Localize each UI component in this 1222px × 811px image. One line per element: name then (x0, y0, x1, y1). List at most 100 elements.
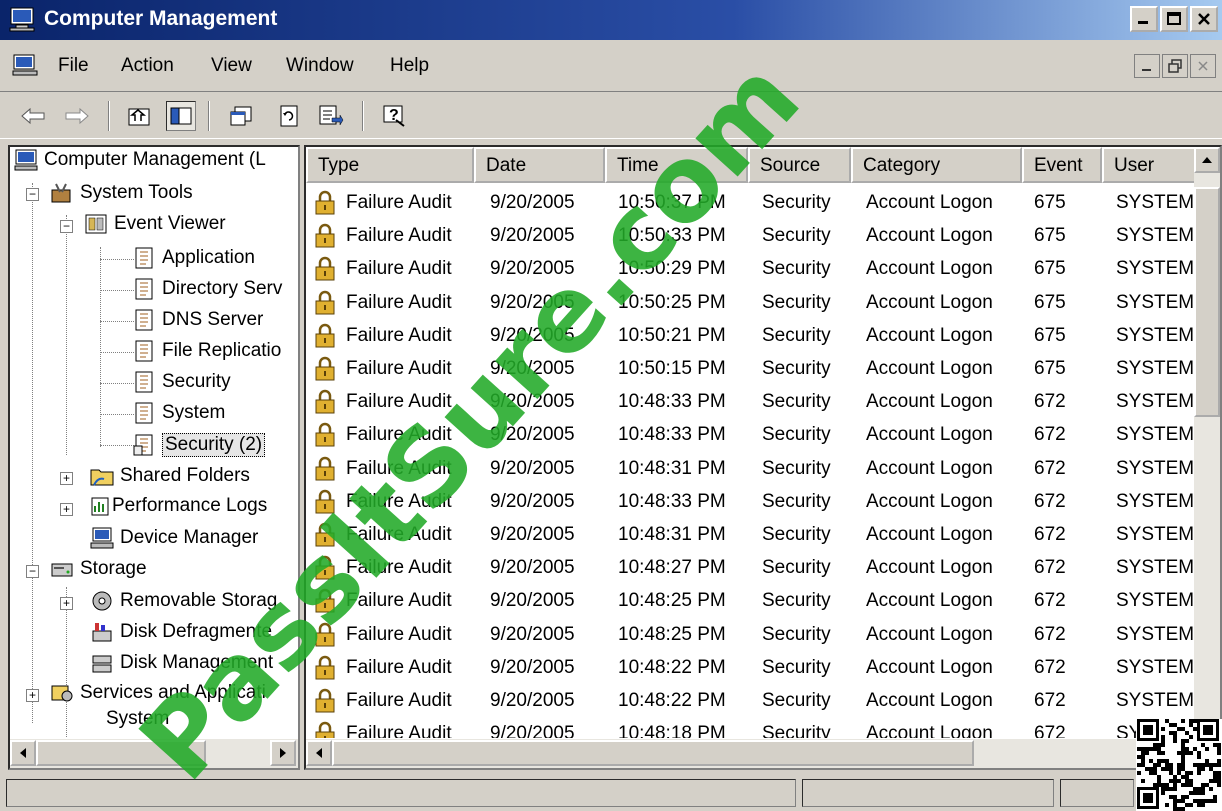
cell-user: SYSTEM (1116, 623, 1195, 645)
tree-log-security-2[interactable]: Security (2) (132, 433, 266, 457)
close-icon (1198, 13, 1210, 25)
tree-log-system[interactable]: System (132, 402, 225, 424)
menu-file[interactable]: File (58, 55, 89, 77)
table-row[interactable]: Failure Audit 9/20/2005 10:48:25 PM Securit… (306, 585, 1198, 618)
failure-audit-lock-icon (315, 390, 335, 414)
scroll-thumb[interactable] (332, 740, 974, 766)
close-button[interactable] (1190, 6, 1218, 32)
up-one-level-button[interactable] (124, 101, 154, 131)
column-header-event[interactable]: Event (1022, 147, 1102, 183)
scroll-thumb[interactable] (1194, 187, 1220, 417)
scroll-left-button[interactable] (306, 740, 332, 766)
menu-action[interactable]: Action (121, 55, 174, 77)
cell-time: 10:50:29 PM (618, 258, 726, 280)
tree-log-file-replication[interactable]: File Replicatio (132, 340, 281, 362)
scroll-thumb[interactable] (36, 740, 206, 766)
table-row[interactable]: Failure Audit 9/20/2005 10:50:21 PM Securit… (306, 320, 1198, 353)
expand-shared-folders[interactable]: + (60, 472, 73, 485)
scroll-left-button[interactable] (10, 740, 36, 766)
tree-log-security[interactable]: Security (132, 371, 231, 393)
collapse-event-viewer[interactable]: − (60, 220, 73, 233)
cell-event: 672 (1034, 690, 1066, 711)
tree-label: Storage (80, 558, 147, 579)
child-minimize-button[interactable] (1134, 54, 1160, 78)
collapse-system-tools[interactable]: − (26, 188, 39, 201)
table-row[interactable]: Failure Audit 9/20/2005 10:50:25 PM Securit… (306, 287, 1198, 320)
back-button[interactable] (18, 101, 48, 131)
tree-device-manager[interactable]: Device Manager (90, 527, 258, 549)
table-row[interactable]: Failure Audit 9/20/2005 10:50:29 PM Securit… (306, 253, 1198, 286)
cell-category: Account Logon (866, 424, 993, 446)
table-row[interactable]: Failure Audit 9/20/2005 10:48:22 PM Securit… (306, 685, 1198, 718)
cell-user: SYSTEM (1116, 358, 1195, 379)
table-row[interactable]: Failure Audit 9/20/2005 10:48:33 PM Securit… (306, 419, 1198, 452)
tree-horizontal-scrollbar[interactable] (10, 738, 298, 768)
table-row[interactable]: Failure Audit 9/20/2005 10:48:22 PM Securit… (306, 652, 1198, 685)
tree-services-applications[interactable]: Services and Applicati (50, 682, 266, 704)
cell-date: 9/20/2005 (490, 324, 575, 346)
table-row[interactable]: Failure Audit 9/20/2005 10:48:31 PM Securit… (306, 519, 1198, 552)
collapse-storage[interactable]: − (26, 565, 39, 578)
scroll-right-button[interactable] (270, 740, 296, 766)
arrow-left-icon (316, 748, 322, 758)
menu-view[interactable]: View (211, 55, 252, 77)
expand-removable-storage[interactable]: + (60, 597, 73, 610)
expand-performance-logs[interactable]: + (60, 503, 73, 516)
refresh-button[interactable] (274, 101, 304, 131)
tree-label: Services and Applicati (80, 682, 266, 703)
child-close-button[interactable] (1190, 54, 1216, 78)
tree-shared-folders[interactable]: Shared Folders (90, 465, 250, 487)
column-header-user[interactable]: User (1102, 147, 1198, 183)
list-horizontal-scrollbar[interactable] (306, 738, 1220, 768)
tree-log-directory-service[interactable]: Directory Serv (132, 278, 282, 300)
console-document-icon[interactable] (12, 54, 38, 76)
table-row[interactable]: Failure Audit 9/20/2005 10:48:33 PM Securit… (306, 386, 1198, 419)
cell-category: Account Logon (866, 192, 993, 213)
tree-computer-management[interactable]: Computer Management (L (14, 149, 266, 171)
table-row[interactable]: Failure Audit 9/20/2005 10:48:33 PM Securit… (306, 486, 1198, 519)
forward-button[interactable] (62, 101, 92, 131)
table-row[interactable]: Failure Audit 9/20/2005 10:50:15 PM Securit… (306, 353, 1198, 386)
child-restore-button[interactable] (1162, 54, 1188, 78)
tree-log-application[interactable]: Application (132, 247, 255, 269)
minimize-button[interactable] (1130, 6, 1158, 32)
table-row[interactable]: Failure Audit 9/20/2005 10:50:33 PM Securit… (306, 220, 1198, 253)
column-header-source[interactable]: Source (748, 147, 851, 183)
tree-label: Security (2) (162, 433, 266, 457)
expand-services-applications[interactable]: + (26, 689, 39, 702)
help-icon: ? (383, 105, 405, 127)
properties-button[interactable] (226, 101, 256, 131)
tree-disk-defragmenter[interactable]: Disk Defragmente (90, 621, 272, 643)
tree-label: Removable Storag (120, 590, 278, 611)
cell-source: Security (762, 192, 831, 213)
cell-type: Failure Audit (346, 291, 452, 313)
maximize-button[interactable] (1160, 6, 1188, 32)
column-header-date[interactable]: Date (474, 147, 605, 183)
tree-event-viewer[interactable]: Event Viewer (84, 213, 226, 235)
table-row[interactable]: Failure Audit 9/20/2005 10:48:31 PM Securit… (306, 453, 1198, 486)
table-row[interactable]: Failure Audit 9/20/2005 10:50:37 PM Securit… (306, 187, 1198, 220)
cell-user: SYSTEM (1116, 258, 1195, 280)
table-row[interactable]: Failure Audit 9/20/2005 10:48:27 PM Securit… (306, 552, 1198, 585)
menu-window[interactable]: Window (286, 55, 354, 77)
tree-storage[interactable]: Storage (50, 558, 147, 580)
export-list-button[interactable] (316, 101, 346, 131)
table-row[interactable]: Failure Audit 9/20/2005 10:48:25 PM Securit… (306, 619, 1198, 652)
list-vertical-scrollbar[interactable] (1194, 147, 1220, 742)
device-manager-icon (90, 527, 114, 549)
tree-performance-logs[interactable]: Performance Logs (90, 495, 267, 517)
tree-log-dns-server[interactable]: DNS Server (132, 309, 263, 331)
tree-disk-management[interactable]: Disk Management (90, 652, 273, 674)
menu-help[interactable]: Help (390, 55, 429, 77)
export-list-icon (319, 105, 344, 126)
scroll-up-button[interactable] (1194, 147, 1220, 173)
column-header-time[interactable]: Time (605, 147, 748, 183)
column-header-category[interactable]: Category (851, 147, 1022, 183)
column-header-type[interactable]: Type (306, 147, 474, 183)
tree-removable-storage[interactable]: Removable Storag (90, 590, 277, 612)
cell-type: Failure Audit (346, 590, 452, 612)
help-button[interactable]: ? (380, 101, 410, 131)
show-hide-tree-button[interactable] (166, 101, 196, 131)
tree-system-tools[interactable]: System Tools (50, 182, 193, 204)
log-icon (135, 340, 153, 362)
